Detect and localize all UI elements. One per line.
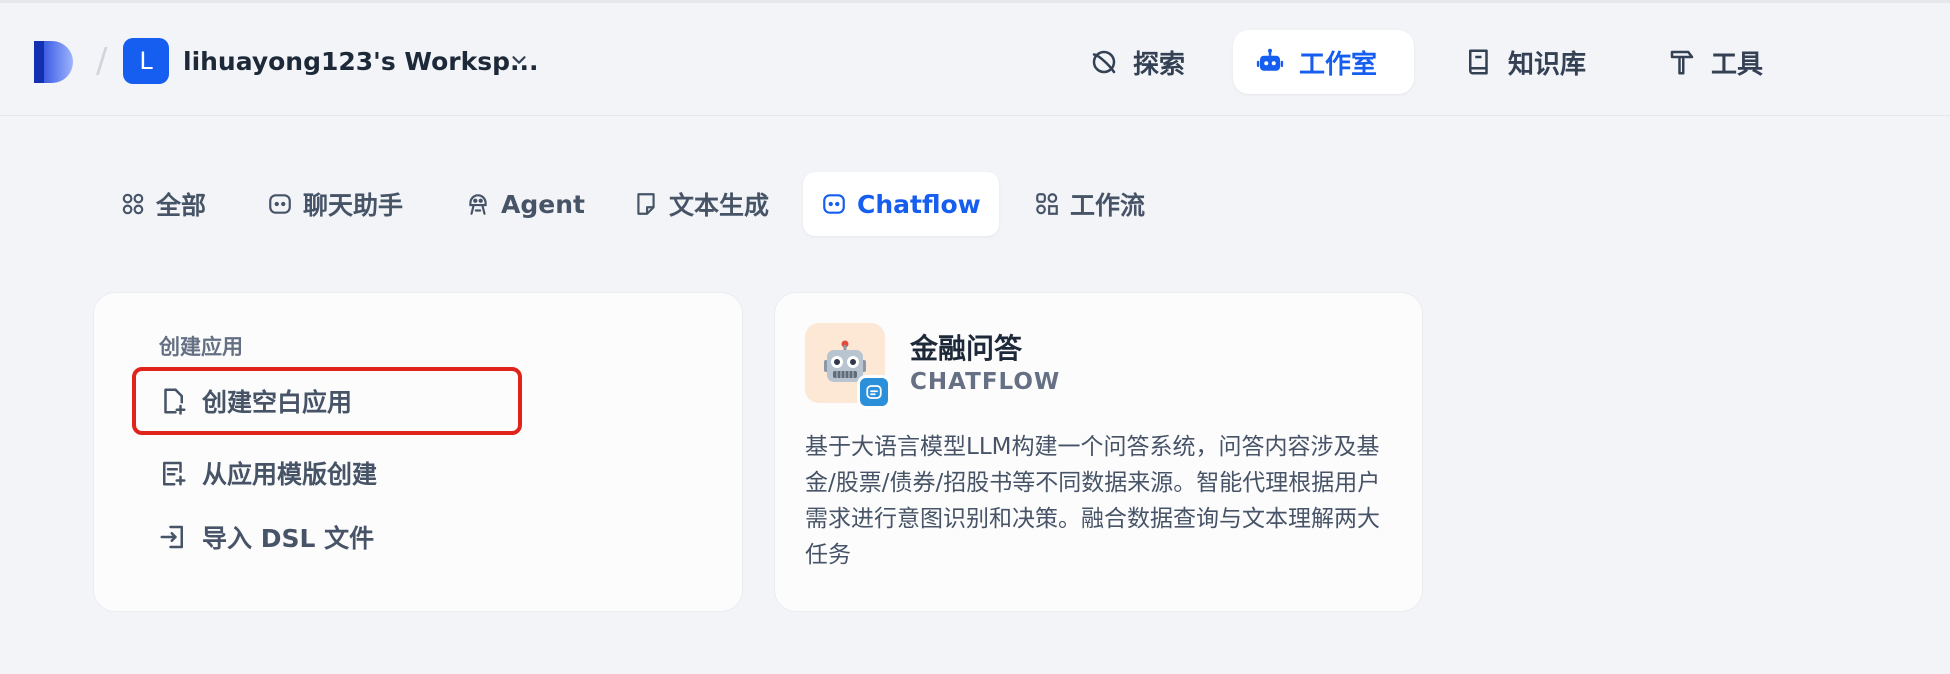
workspace-avatar[interactable]: L: [123, 38, 169, 84]
top-navigation-bar: / L lihuayong123's Worksp... 探索 工作室 知识库 …: [0, 0, 1950, 116]
nav-knowledge-label: 知识库: [1508, 49, 1587, 80]
compass-icon: [1092, 50, 1116, 74]
tab-text-generation-label: 文本生成: [669, 191, 770, 220]
create-app-title: 创建应用: [159, 335, 243, 359]
tab-workflow[interactable]: 工作流: [1016, 172, 1163, 236]
nav-tools[interactable]: 工具: [1645, 30, 1785, 94]
import-icon: [160, 525, 183, 549]
hammer-icon: [1670, 50, 1694, 75]
create-blank-app-label: 创建空白应用: [202, 388, 353, 417]
nav-knowledge[interactable]: 知识库: [1442, 30, 1608, 94]
app-title: 金融问答: [910, 332, 1023, 365]
create-from-template-label: 从应用模版创建: [202, 460, 378, 489]
document-icon: [637, 193, 655, 215]
nav-tools-label: 工具: [1711, 49, 1764, 80]
chevron-down-icon[interactable]: [508, 49, 530, 71]
tab-chatflow-label: Chatflow: [857, 189, 981, 219]
breadcrumb-separator: /: [96, 41, 108, 81]
chatflow-badge-icon: [857, 375, 891, 409]
book-icon: [1469, 49, 1488, 75]
chat-bot-icon: [269, 194, 291, 214]
workflow-icon: [1036, 193, 1058, 215]
grid-icon: [122, 193, 144, 215]
tab-agent-label: Agent: [501, 189, 585, 219]
tab-chat-assistant[interactable]: 聊天助手: [249, 172, 421, 236]
tab-text-generation[interactable]: 文本生成: [615, 172, 787, 236]
import-dsl-button[interactable]: 导入 DSL 文件: [158, 511, 374, 563]
chatflow-icon: [823, 194, 845, 214]
template-icon: [163, 461, 186, 486]
nav-studio[interactable]: 工作室: [1233, 30, 1414, 94]
app-card-finance-qa[interactable]: 金融问答 CHATFLOW 基于大语言模型LLM构建一个问答系统，问答内容涉及基…: [774, 292, 1423, 612]
app-description: 基于大语言模型LLM构建一个问答系统，问答内容涉及基金/股票/债券/招股书等不同…: [805, 434, 1381, 568]
app-type-label: CHATFLOW: [910, 369, 1061, 395]
import-dsl-label: 导入 DSL 文件: [202, 524, 375, 553]
create-from-template-button[interactable]: 从应用模版创建: [158, 447, 377, 499]
tab-workflow-label: 工作流: [1070, 191, 1146, 220]
workspace-name[interactable]: lihuayong123's Worksp...: [183, 47, 539, 76]
tab-chat-assistant-label: 聊天助手: [303, 191, 404, 220]
agent-icon: [469, 194, 487, 215]
tab-agent[interactable]: Agent: [447, 172, 603, 236]
tab-chatflow[interactable]: Chatflow: [803, 172, 999, 236]
tab-all-label: 全部: [156, 191, 207, 220]
file-plus-icon: [164, 388, 186, 415]
app-logo[interactable]: [34, 41, 76, 83]
nav-explore[interactable]: 探索: [1067, 30, 1207, 94]
robot-icon: [1256, 48, 1284, 71]
nav-studio-label: 工作室: [1299, 49, 1378, 80]
create-app-card: 创建应用 创建空白应用 从应用模版创建 导入 DSL 文件: [93, 292, 743, 612]
create-blank-app-button[interactable]: 创建空白应用: [158, 375, 352, 427]
nav-explore-label: 探索: [1133, 49, 1186, 80]
tab-all[interactable]: 全部: [102, 172, 224, 236]
